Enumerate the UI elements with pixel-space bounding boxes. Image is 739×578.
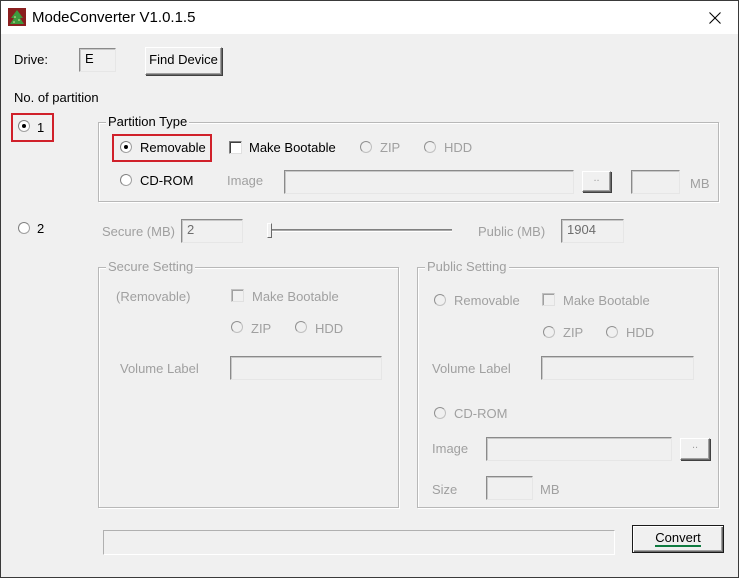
public-image-path-field[interactable]: [486, 437, 672, 461]
partition-type-title: Partition Type: [106, 114, 190, 130]
public-mb-label: Public (MB): [478, 224, 546, 239]
secure-volume-label-label: Volume Label: [120, 361, 199, 376]
conversion-progress-bar: [103, 530, 615, 555]
public-zip-label: ZIP: [563, 325, 584, 340]
secure-zip-radio[interactable]: [231, 321, 243, 333]
secure-zip-label: ZIP: [251, 321, 272, 336]
public-make-bootable-checkbox[interactable]: [542, 293, 555, 306]
public-volume-label-field[interactable]: [541, 356, 694, 380]
public-hdd-radio[interactable]: [606, 326, 618, 338]
drive-label: Drive:: [14, 52, 48, 67]
public-size-unit: MB: [540, 482, 560, 497]
make-bootable-label: Make Bootable: [249, 140, 336, 155]
secure-hdd-radio[interactable]: [295, 321, 307, 333]
close-icon: [709, 11, 721, 24]
image-path-field[interactable]: [284, 170, 574, 194]
public-zip-radio[interactable]: [543, 326, 555, 338]
make-bootable-checkbox[interactable]: [229, 141, 242, 154]
partition-count-label: No. of partition: [14, 90, 99, 105]
drive-field[interactable]: E: [79, 48, 116, 72]
public-image-label: Image: [432, 441, 469, 456]
cdrom-size-unit: MB: [690, 176, 710, 191]
partition-2-label: 2: [37, 221, 45, 236]
window-title: ModeConverter V1.0.1.5: [32, 9, 196, 26]
public-cdrom-radio[interactable]: [434, 407, 446, 419]
secure-volume-label-field[interactable]: [230, 356, 382, 380]
public-hdd-label: HDD: [626, 325, 655, 340]
mode-converter-window: ModeConverter V1.0.1.5 Drive: E Find Dev…: [0, 0, 739, 578]
close-button[interactable]: [692, 1, 738, 34]
secure-make-bootable-checkbox[interactable]: [231, 289, 244, 302]
public-volume-label-label: Volume Label: [432, 361, 511, 376]
secure-mb-label: Secure (MB): [102, 224, 175, 239]
image-label: Image: [227, 173, 264, 188]
partition-1-label: 1: [37, 120, 45, 135]
title-bar: ModeConverter V1.0.1.5: [1, 1, 738, 34]
public-removable-radio[interactable]: [434, 294, 446, 306]
convert-button[interactable]: Convert: [632, 525, 724, 553]
cdrom-radio[interactable]: [120, 174, 132, 186]
zip-radio[interactable]: [360, 141, 372, 153]
zip-label: ZIP: [380, 140, 401, 155]
removable-radio[interactable]: [120, 141, 132, 153]
partition-1-radio[interactable]: [18, 120, 30, 132]
public-setting-title: Public Setting: [425, 259, 509, 275]
cdrom-size-field[interactable]: [631, 170, 680, 194]
hdd-radio[interactable]: [424, 141, 436, 153]
public-size-label: Size: [432, 482, 458, 497]
tree-app-icon: [8, 8, 26, 26]
secure-make-bootable-label: Make Bootable: [252, 289, 339, 304]
find-device-button[interactable]: Find Device: [145, 47, 222, 75]
secure-type-label: (Removable): [116, 289, 191, 304]
image-browse-button[interactable]: ..: [582, 171, 611, 192]
secure-hdd-label: HDD: [315, 321, 344, 336]
hdd-label: HDD: [444, 140, 473, 155]
public-removable-label: Removable: [454, 293, 520, 308]
removable-label: Removable: [140, 140, 206, 155]
secure-setting-title: Secure Setting: [106, 259, 196, 275]
convert-label: Convert: [655, 530, 701, 547]
partition-size-slider-thumb[interactable]: [267, 223, 273, 238]
secure-mb-field[interactable]: 2: [181, 219, 243, 243]
cdrom-label: CD-ROM: [140, 173, 194, 188]
public-make-bootable-label: Make Bootable: [563, 293, 650, 308]
public-cdrom-label: CD-ROM: [454, 406, 508, 421]
public-mb-field[interactable]: 1904: [561, 219, 624, 243]
public-size-field[interactable]: [486, 476, 533, 500]
public-image-browse-button[interactable]: ..: [680, 438, 710, 460]
partition-size-slider-track[interactable]: [271, 229, 452, 232]
partition-2-radio[interactable]: [18, 222, 30, 234]
